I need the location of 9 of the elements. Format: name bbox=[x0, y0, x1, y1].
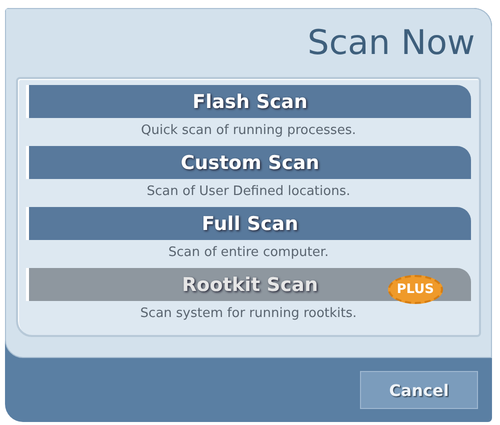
scan-description: Scan system for running rootkits. bbox=[139, 305, 358, 323]
scan-option-button[interactable]: Custom Scan bbox=[26, 146, 471, 179]
dialog-title: Scan Now bbox=[306, 22, 476, 65]
scan-description: Scan of entire computer. bbox=[167, 244, 330, 262]
cancel-button[interactable]: Cancel bbox=[360, 371, 478, 409]
scan-description: Quick scan of running processes. bbox=[140, 122, 357, 140]
scan-description: Scan of User Defined locations. bbox=[146, 183, 352, 201]
scan-option-button[interactable]: Flash Scan bbox=[26, 85, 471, 118]
scan-option-button[interactable]: Full Scan bbox=[26, 207, 471, 240]
